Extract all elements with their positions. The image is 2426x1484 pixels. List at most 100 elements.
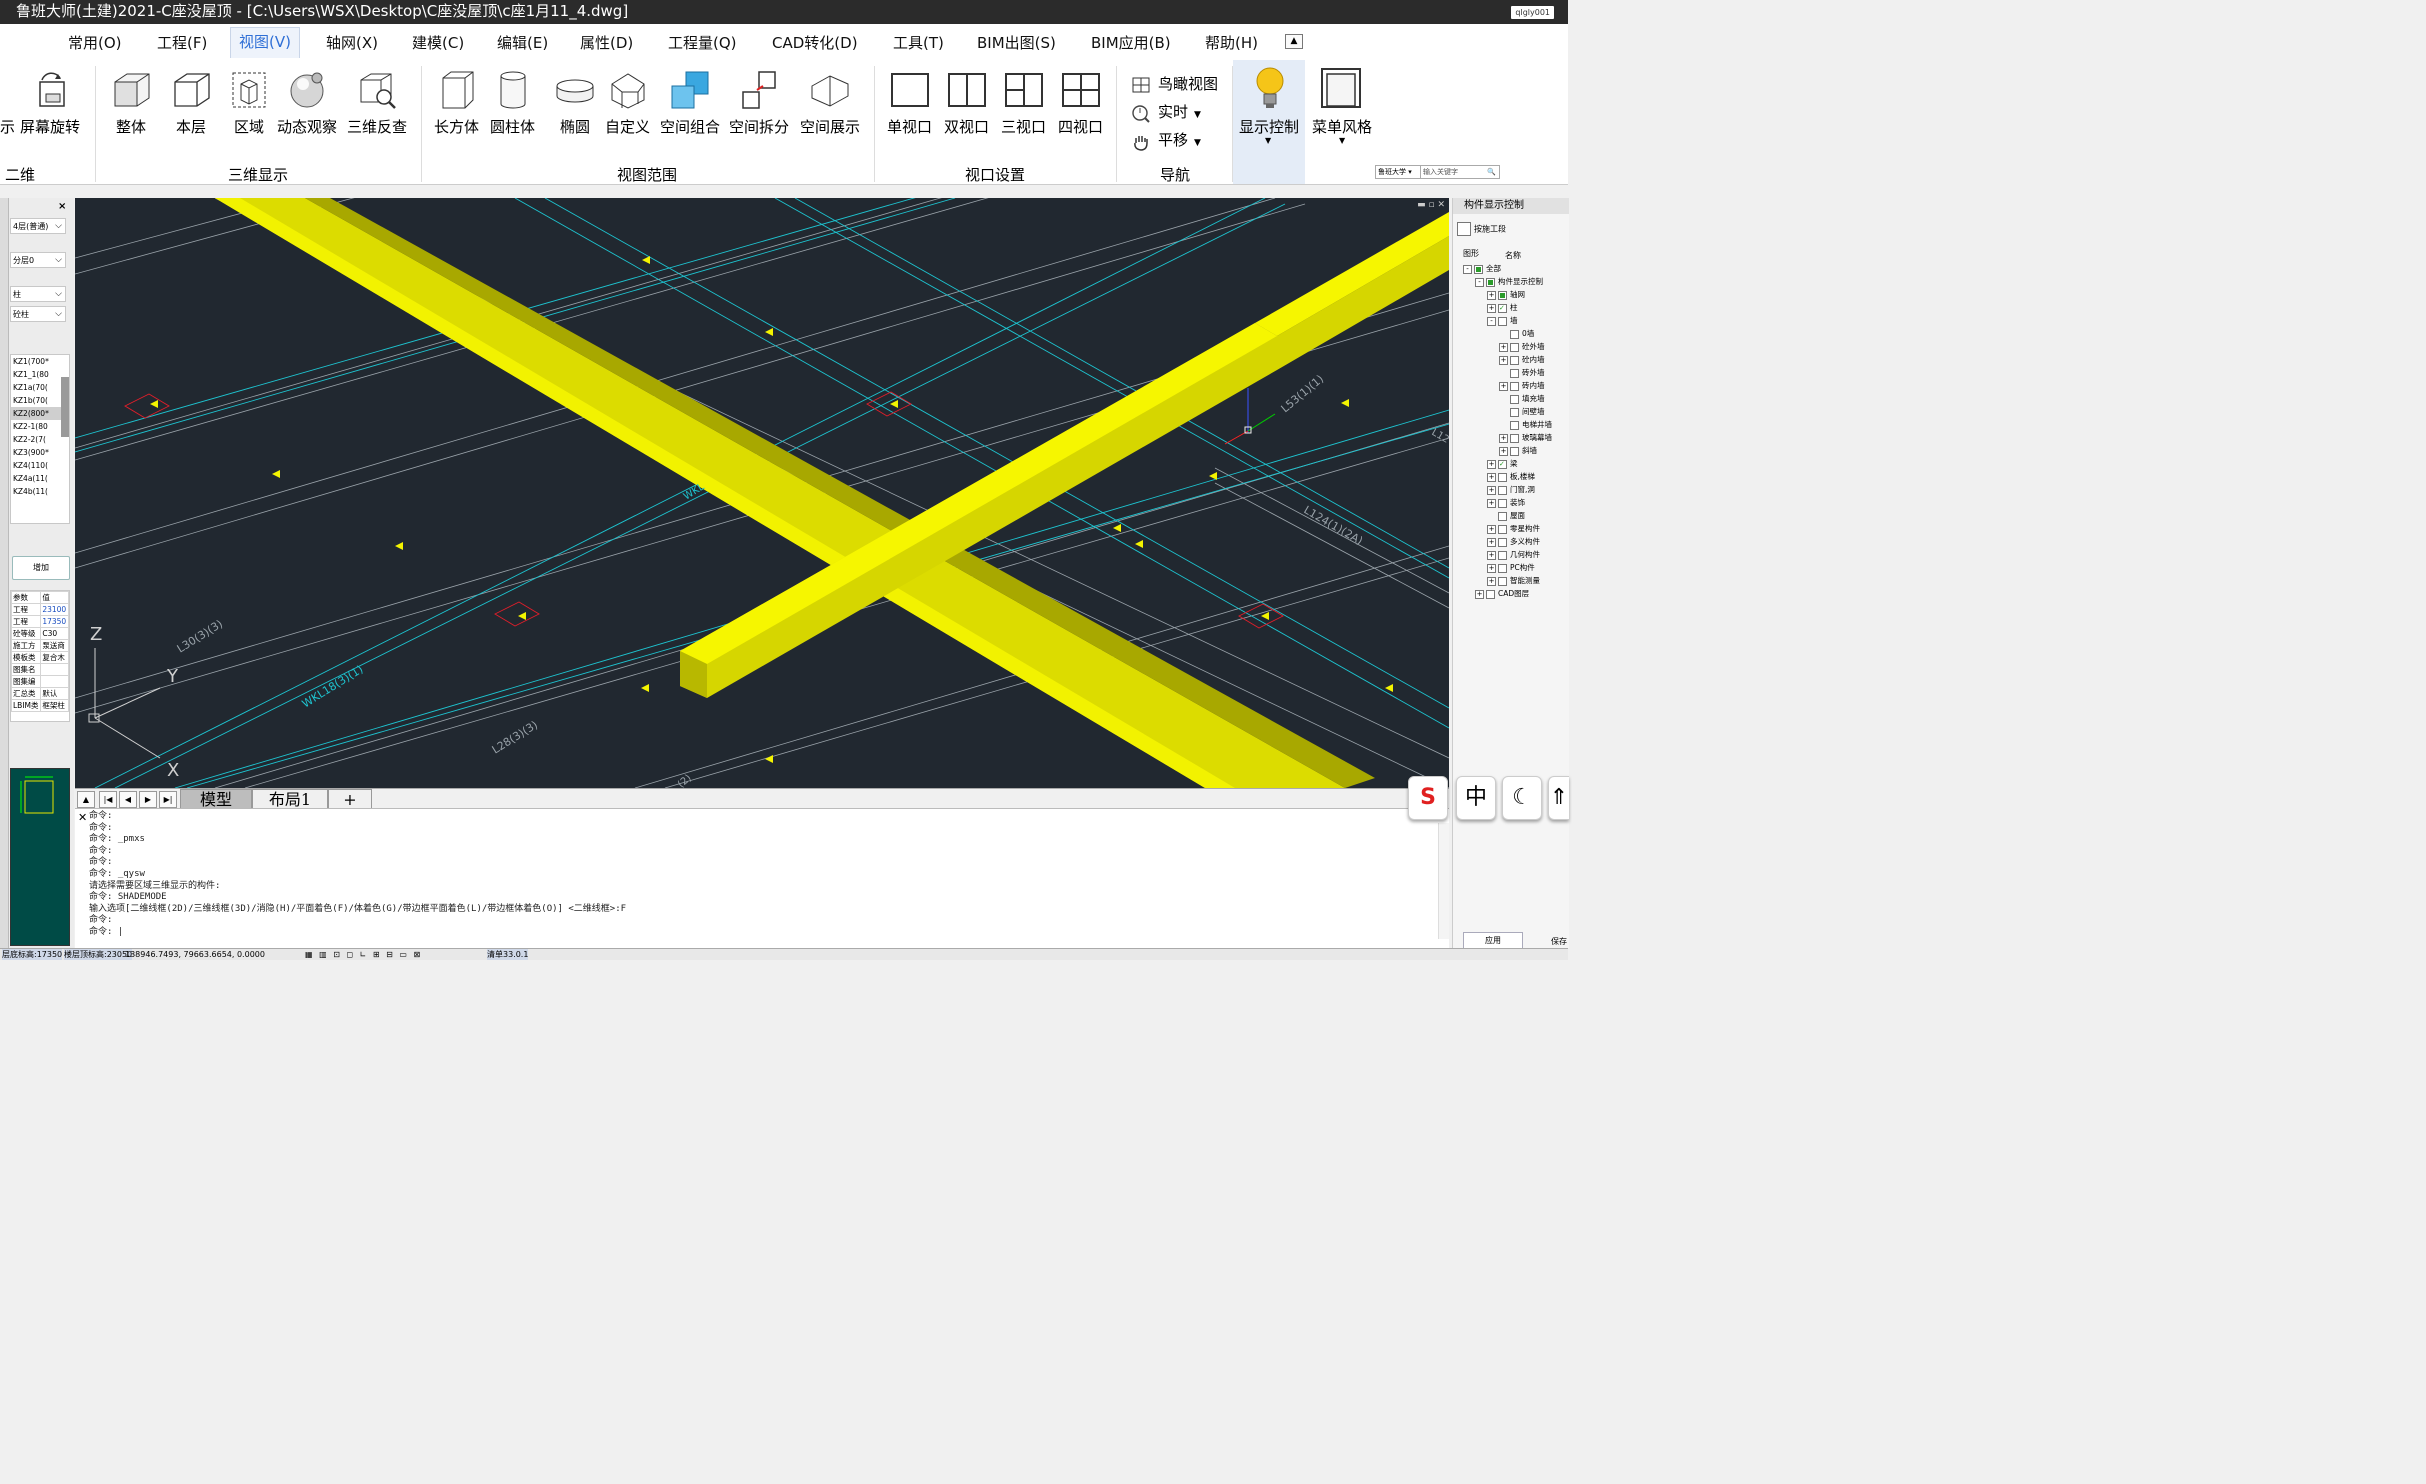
- partial-button[interactable]: 示: [0, 70, 14, 137]
- tree-checkbox[interactable]: [1474, 264, 1483, 274]
- tab-add[interactable]: +: [328, 789, 372, 810]
- tree-node[interactable]: + 斜墙: [1499, 444, 1537, 457]
- expand-icon[interactable]: +: [1487, 576, 1496, 586]
- custom-button[interactable]: 自定义: [605, 70, 650, 137]
- prop-value[interactable]: [40, 675, 69, 688]
- list-item[interactable]: KZ1(700*: [11, 355, 69, 368]
- tree-checkbox[interactable]: [1498, 563, 1507, 573]
- tree-checkbox[interactable]: [1498, 524, 1507, 534]
- space-show-button[interactable]: 空间展示: [800, 70, 860, 137]
- prop-value[interactable]: [40, 663, 69, 676]
- tree-checkbox[interactable]: [1510, 420, 1519, 430]
- expand-icon[interactable]: +: [1487, 303, 1496, 313]
- menu-tools[interactable]: 工具(T): [893, 32, 944, 53]
- prop-value[interactable]: 框架柱: [40, 699, 69, 712]
- tree-node[interactable]: +柱: [1487, 301, 1518, 315]
- tree-node[interactable]: + 玻璃幕墙: [1499, 431, 1552, 444]
- expand-icon[interactable]: +: [1499, 355, 1508, 365]
- expand-icon[interactable]: +: [1499, 446, 1508, 456]
- tab-name[interactable]: 名称: [1505, 250, 1521, 261]
- expand-icon[interactable]: +: [1487, 524, 1496, 534]
- expand-icon[interactable]: +: [1487, 498, 1496, 508]
- tab-last[interactable]: ▶|: [159, 791, 177, 808]
- tree-checkbox[interactable]: [1510, 368, 1519, 378]
- current-floor-3d-button[interactable]: 本层: [171, 70, 211, 137]
- region-3d-button[interactable]: 区域: [229, 70, 269, 137]
- tree-checkbox[interactable]: [1498, 458, 1507, 471]
- menu-project[interactable]: 工程(F): [157, 32, 207, 53]
- tree-node[interactable]: + 轴网: [1487, 288, 1525, 301]
- tree-node[interactable]: - 构件显示控制: [1475, 275, 1543, 288]
- tab-prev[interactable]: ◀: [119, 791, 137, 808]
- cuboid-button[interactable]: 长方体: [434, 70, 479, 137]
- collapse-icon[interactable]: -: [1475, 277, 1484, 287]
- double-viewport-button[interactable]: 双视口: [944, 70, 989, 137]
- menu-view[interactable]: 视图(V): [230, 27, 300, 58]
- expand-icon[interactable]: +: [1499, 433, 1508, 443]
- menu-edit[interactable]: 编辑(E): [497, 32, 548, 53]
- menu-quantity[interactable]: 工程量(Q): [668, 32, 737, 53]
- ime-sogou-icon[interactable]: S: [1408, 776, 1448, 820]
- tree-checkbox[interactable]: [1498, 511, 1507, 521]
- tree-node[interactable]: 电梯井墙: [1499, 418, 1552, 431]
- menu-bim-app[interactable]: BIM应用(B): [1091, 32, 1171, 53]
- tree-checkbox[interactable]: [1510, 329, 1519, 339]
- tree-checkbox[interactable]: [1510, 446, 1519, 456]
- prop-value[interactable]: 复合木: [40, 651, 69, 664]
- realtime-zoom-button[interactable]: 实时 ▼: [1132, 101, 1201, 123]
- search-scope-select[interactable]: 鲁班大学 ▾: [1375, 165, 1423, 179]
- tree-node[interactable]: + 门窗,洞: [1487, 483, 1535, 496]
- by-segment-checkbox[interactable]: [1457, 222, 1471, 236]
- menu-axis[interactable]: 轴网(X): [326, 32, 378, 53]
- pan-button[interactable]: 平移 ▼: [1132, 129, 1201, 151]
- tree-checkbox[interactable]: [1498, 498, 1507, 508]
- snap-toggle-icons[interactable]: ▦ ▥ ⊡ ◻ ∟ ⊞ ⊟ ▭ ⊠: [305, 949, 422, 960]
- collapse-ribbon-button[interactable]: ▲: [1285, 34, 1303, 49]
- collapse-icon[interactable]: -: [1463, 264, 1472, 274]
- add-button[interactable]: 增加: [12, 556, 70, 580]
- tree-checkbox[interactable]: [1486, 589, 1495, 599]
- expand-icon[interactable]: +: [1487, 537, 1496, 547]
- tree-checkbox[interactable]: [1498, 316, 1507, 326]
- category-select[interactable]: 柱: [10, 286, 66, 302]
- expand-icon[interactable]: +: [1499, 342, 1508, 352]
- menu-style-button[interactable]: 菜单风格 ▼: [1307, 60, 1372, 184]
- tree-checkbox[interactable]: [1498, 290, 1507, 300]
- menu-help[interactable]: 帮助(H): [1205, 32, 1258, 53]
- menu-cad-convert[interactable]: CAD转化(D): [772, 32, 858, 53]
- expand-icon[interactable]: +: [1487, 459, 1496, 469]
- triple-viewport-button[interactable]: 三视口: [1001, 70, 1046, 137]
- tree-node[interactable]: + 智能测量: [1487, 574, 1540, 587]
- tree-node[interactable]: + PC构件: [1487, 561, 1535, 574]
- list-item[interactable]: KZ3(900*: [11, 446, 69, 459]
- menu-model[interactable]: 建模(C): [412, 32, 464, 53]
- menu-bim-drawing[interactable]: BIM出图(S): [977, 32, 1056, 53]
- tree-checkbox[interactable]: [1510, 433, 1519, 443]
- expand-icon[interactable]: +: [1487, 472, 1496, 482]
- tree-node[interactable]: - 全部: [1463, 262, 1501, 275]
- layer-select[interactable]: 分层0: [10, 252, 66, 268]
- space-combine-button[interactable]: 空间组合: [660, 70, 720, 137]
- close-icon[interactable]: ×: [58, 201, 66, 212]
- by-segment-toggle[interactable]: 按施工段: [1457, 222, 1506, 236]
- quad-viewport-button[interactable]: 四视口: [1058, 70, 1103, 137]
- command-window[interactable]: ✕ 命令: 命令: 命令: _pmxs 命令: 命令: 命令: _qysw 请选择需要区域三…: [75, 808, 1449, 949]
- command-scrollbar[interactable]: [1438, 823, 1449, 939]
- space-split-button[interactable]: 空间拆分: [729, 70, 789, 137]
- floor-select[interactable]: 4层(普通): [10, 218, 66, 234]
- tab-first[interactable]: |◀: [99, 791, 117, 808]
- tree-checkbox[interactable]: [1498, 472, 1507, 482]
- collapse-icon[interactable]: -: [1487, 316, 1496, 326]
- expand-icon[interactable]: +: [1487, 563, 1496, 573]
- cylinder-button[interactable]: 圆柱体: [490, 70, 535, 137]
- expand-icon[interactable]: +: [1499, 381, 1508, 391]
- tree-checkbox[interactable]: [1498, 576, 1507, 586]
- tree-node[interactable]: + 几何构件: [1487, 548, 1540, 561]
- save-button[interactable]: 保存: [1551, 936, 1567, 947]
- list-item[interactable]: KZ4(110(: [11, 459, 69, 472]
- tab-model[interactable]: 模型: [180, 789, 252, 810]
- tree-checkbox[interactable]: [1510, 394, 1519, 404]
- tree-node[interactable]: + 砼外墙: [1499, 340, 1545, 353]
- tree-checkbox[interactable]: [1510, 355, 1519, 365]
- tab-layout1[interactable]: 布局1: [252, 789, 328, 810]
